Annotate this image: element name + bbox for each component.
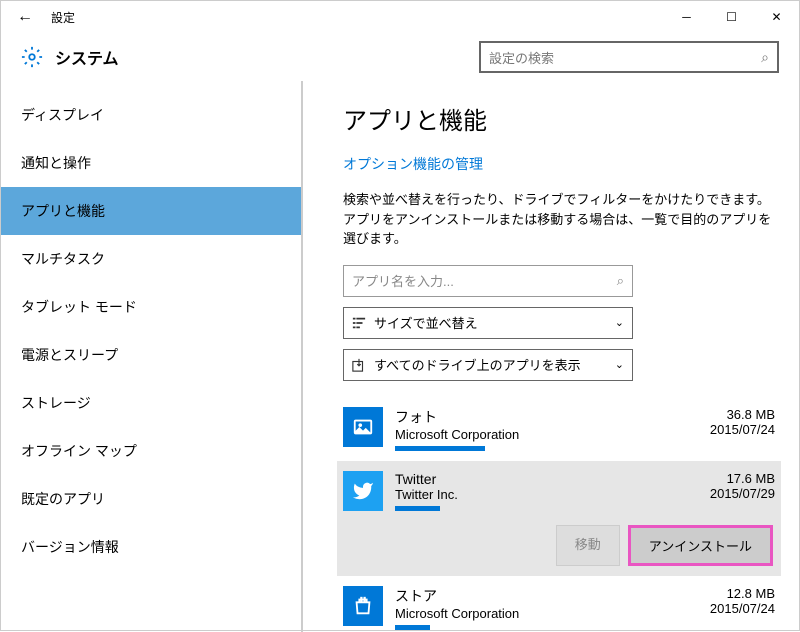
sidebar-item-power[interactable]: 電源とスリープ xyxy=(1,331,301,379)
sidebar-item-about[interactable]: バージョン情報 xyxy=(1,523,301,571)
optional-features-link[interactable]: オプション機能の管理 xyxy=(343,154,775,174)
titlebar: ← 設定 ─ ☐ ✕ xyxy=(1,1,799,33)
app-icon xyxy=(343,471,383,511)
sort-icon xyxy=(352,316,366,330)
search-icon: ⌕ xyxy=(617,273,624,289)
sidebar-item-defaults[interactable]: 既定のアプリ xyxy=(1,475,301,523)
chevron-down-icon: ⌄ xyxy=(615,358,624,371)
sidebar-item-multitask[interactable]: マルチタスク xyxy=(1,235,301,283)
app-name: Twitter xyxy=(395,471,710,487)
gear-icon xyxy=(21,46,43,68)
app-size: 17.6 MB xyxy=(710,471,775,486)
chevron-down-icon: ⌄ xyxy=(615,316,624,329)
window-title: 設定 xyxy=(51,9,75,26)
maximize-button[interactable]: ☐ xyxy=(709,1,754,33)
filter-placeholder: アプリ名を入力... xyxy=(352,271,454,290)
size-bar xyxy=(395,506,440,511)
app-name: ストア xyxy=(395,586,710,606)
app-icon xyxy=(343,586,383,626)
header: システム 設定の検索 ⌕ xyxy=(1,33,799,81)
app-icon xyxy=(343,407,383,447)
app-size: 36.8 MB xyxy=(710,407,775,422)
app-date: 2015/07/29 xyxy=(710,486,775,501)
app-filter-input[interactable]: アプリ名を入力... ⌕ xyxy=(343,265,633,297)
sort-dropdown[interactable]: サイズで並べ替え ⌄ xyxy=(343,307,633,339)
page-heading: システム xyxy=(55,45,119,69)
sidebar-item-notifications[interactable]: 通知と操作 xyxy=(1,139,301,187)
sidebar-item-apps[interactable]: アプリと機能 xyxy=(1,187,301,235)
page-title: アプリと機能 xyxy=(343,101,775,136)
search-icon: ⌕ xyxy=(761,49,769,66)
app-item-twitter[interactable]: Twitter Twitter Inc. 17.6 MB 2015/07/29 … xyxy=(337,461,781,576)
app-item-store[interactable]: ストア Microsoft Corporation 12.8 MB 2015/0… xyxy=(343,576,775,632)
back-button[interactable]: ← xyxy=(9,1,41,33)
app-date: 2015/07/24 xyxy=(710,422,775,437)
uninstall-button[interactable]: アンインストール xyxy=(628,525,773,566)
sidebar: ディスプレイ 通知と操作 アプリと機能 マルチタスク タブレット モード 電源と… xyxy=(1,81,303,632)
sidebar-item-tablet[interactable]: タブレット モード xyxy=(1,283,301,331)
app-item-photos[interactable]: フォト Microsoft Corporation 36.8 MB 2015/0… xyxy=(343,397,775,461)
search-placeholder: 設定の検索 xyxy=(489,48,554,67)
app-name: フォト xyxy=(395,407,710,427)
drive-icon xyxy=(352,358,366,372)
app-publisher: Microsoft Corporation xyxy=(395,606,710,621)
main-panel: アプリと機能 オプション機能の管理 検索や並べ替えを行ったり、ドライブでフィルタ… xyxy=(303,81,799,632)
sidebar-item-storage[interactable]: ストレージ xyxy=(1,379,301,427)
move-button: 移動 xyxy=(556,525,620,566)
app-list: フォト Microsoft Corporation 36.8 MB 2015/0… xyxy=(343,397,775,632)
sidebar-item-display[interactable]: ディスプレイ xyxy=(1,91,301,139)
drive-label: すべてのドライブ上のアプリを表示 xyxy=(374,355,581,374)
sort-label: サイズで並べ替え xyxy=(374,313,478,332)
description-text: 検索や並べ替えを行ったり、ドライブでフィルターをかけたりできます。アプリをアンイ… xyxy=(343,190,775,249)
app-publisher: Microsoft Corporation xyxy=(395,427,710,442)
size-bar xyxy=(395,625,430,630)
sidebar-item-maps[interactable]: オフライン マップ xyxy=(1,427,301,475)
app-publisher: Twitter Inc. xyxy=(395,487,710,502)
app-date: 2015/07/24 xyxy=(710,601,775,616)
search-input[interactable]: 設定の検索 ⌕ xyxy=(479,41,779,73)
app-size: 12.8 MB xyxy=(710,586,775,601)
drive-dropdown[interactable]: すべてのドライブ上のアプリを表示 ⌄ xyxy=(343,349,633,381)
close-button[interactable]: ✕ xyxy=(754,1,799,33)
size-bar xyxy=(395,446,485,451)
minimize-button[interactable]: ─ xyxy=(664,1,709,33)
